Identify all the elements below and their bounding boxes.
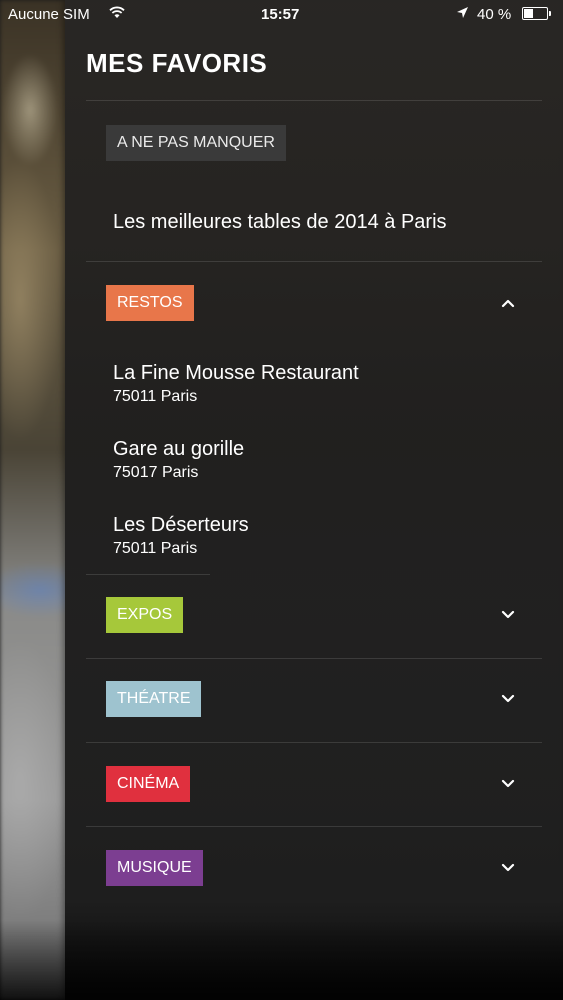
battery-percentage: 40 %	[477, 6, 512, 23]
restaurant-name[interactable]: Gare au gorille	[113, 438, 244, 461]
divider	[86, 826, 542, 827]
tag-theatre[interactable]: THÉATRE	[106, 681, 202, 717]
restaurant-location: 75017 Paris	[113, 464, 199, 481]
wifi-icon	[109, 6, 125, 18]
chevron-down-icon[interactable]	[500, 776, 516, 792]
chevron-down-icon[interactable]	[500, 691, 516, 707]
tag-expos[interactable]: EXPOS	[106, 597, 184, 633]
divider	[86, 100, 542, 101]
divider	[86, 742, 542, 743]
screen: Aucune SIM 15:57 40 % MES FAVORIS A NE P…	[0, 0, 563, 1000]
clock: 15:57	[261, 6, 300, 23]
tag-musique[interactable]: MUSIQUE	[106, 850, 203, 886]
status-bar: Aucune SIM 15:57 40 %	[0, 0, 563, 30]
divider	[86, 574, 210, 575]
favorite-item-title[interactable]: Les meilleures tables de 2014 à Paris	[113, 211, 447, 234]
chevron-down-icon[interactable]	[500, 860, 516, 876]
restaurant-name[interactable]: La Fine Mousse Restaurant	[113, 362, 359, 385]
divider	[86, 261, 542, 262]
divider	[86, 658, 542, 659]
battery-level-fill	[524, 9, 533, 18]
location-arrow-icon	[457, 7, 468, 18]
restaurant-name[interactable]: Les Déserteurs	[113, 514, 249, 537]
chevron-up-icon[interactable]	[500, 295, 516, 311]
tag-cinema[interactable]: CINÉMA	[106, 766, 191, 802]
restaurant-location: 75011 Paris	[113, 388, 198, 405]
tag-restos[interactable]: RESTOS	[106, 285, 194, 321]
chevron-down-icon[interactable]	[500, 607, 516, 623]
carrier-label: Aucune SIM	[8, 6, 90, 23]
tag-a-ne-pas-manquer: A NE PAS MANQUER	[106, 125, 286, 161]
restaurant-location: 75011 Paris	[113, 540, 198, 557]
battery-icon	[522, 7, 551, 20]
drawer-title: MES FAVORIS	[86, 48, 268, 78]
